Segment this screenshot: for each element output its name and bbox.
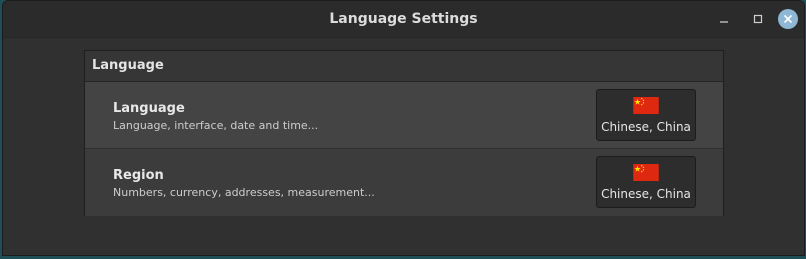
section-header: Language	[85, 51, 723, 82]
close-icon	[783, 14, 793, 24]
maximize-button[interactable]	[748, 9, 768, 29]
language-row: Language Language, interface, date and t…	[85, 82, 723, 149]
window-title: Language Settings	[329, 11, 478, 27]
language-select-button[interactable]: Chinese, China	[596, 89, 696, 141]
language-select-value: Chinese, China	[601, 120, 691, 134]
china-flag-icon	[633, 97, 659, 114]
region-row-subtitle: Numbers, currency, addresses, measuremen…	[113, 186, 375, 199]
region-select-value: Chinese, China	[601, 187, 691, 201]
region-row-title: Region	[113, 168, 164, 183]
region-select-button[interactable]: Chinese, China	[596, 156, 696, 208]
china-flag-icon	[633, 164, 659, 181]
language-section: Language Language Language, interface, d…	[84, 50, 724, 216]
language-row-subtitle: Language, interface, date and time...	[113, 119, 319, 132]
title-bar[interactable]: Language Settings	[3, 1, 804, 38]
minimize-button[interactable]	[714, 9, 734, 29]
maximize-icon	[753, 14, 763, 24]
region-row: Region Numbers, currency, addresses, mea…	[85, 149, 723, 216]
language-row-title: Language	[113, 101, 185, 116]
language-settings-window: Language Settings Language Language Lang…	[2, 0, 805, 256]
close-button[interactable]	[778, 9, 798, 29]
minimize-icon	[720, 21, 728, 23]
